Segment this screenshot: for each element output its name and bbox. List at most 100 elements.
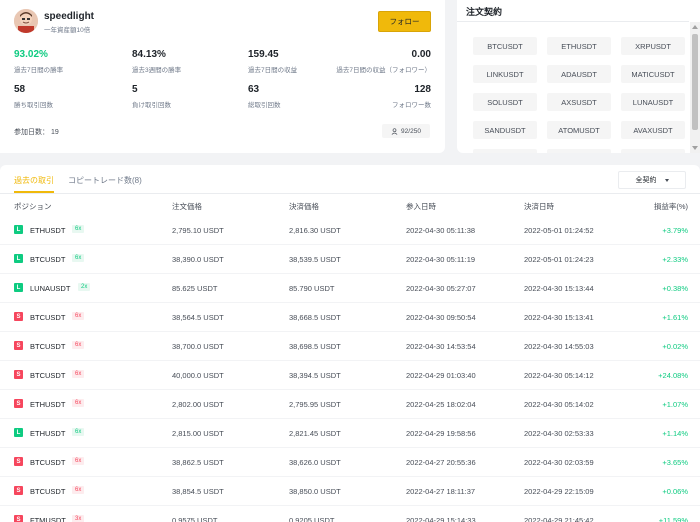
table-row[interactable]: S BTCUSDT 6x 38,700.0 USDT 38,698.5 USDT 2022… bbox=[0, 332, 700, 361]
leverage-badge: 6x bbox=[72, 457, 85, 465]
contract-chip-partial[interactable] bbox=[621, 149, 685, 153]
contract-chip-partial[interactable] bbox=[547, 149, 611, 153]
contract-chip[interactable]: LUNAUSDT bbox=[621, 93, 685, 111]
close-time: 2022-04-30 15:13:44 bbox=[524, 284, 594, 293]
close-time: 2022-05-01 01:24:23 bbox=[524, 255, 594, 264]
side-badge: S bbox=[14, 341, 23, 350]
roi-value: +0.02% bbox=[662, 342, 688, 351]
tab-copy-trades[interactable]: コピートレード数(8) bbox=[68, 175, 142, 193]
contract-chip-partial[interactable] bbox=[473, 149, 537, 153]
tab-past-trades[interactable]: 過去の取引 bbox=[14, 175, 54, 193]
trader-profile-card: speedlight 一年資産額10倍 フォロー 93.02% 過去7日間の勝率… bbox=[0, 0, 445, 153]
settle-price: 38,850.0 USDT bbox=[289, 487, 341, 496]
close-time: 2022-04-30 05:14:12 bbox=[524, 371, 594, 380]
stat-label: 過去7日間の勝率 bbox=[14, 67, 64, 74]
contract-chip[interactable]: ETHUSDT bbox=[547, 37, 611, 55]
settle-price: 38,698.5 USDT bbox=[289, 342, 341, 351]
close-time: 2022-04-29 22:15:09 bbox=[524, 487, 594, 496]
order-price: 2,815.00 USDT bbox=[172, 429, 224, 438]
roi-value: +0.06% bbox=[662, 487, 688, 496]
follower-capacity-text: 92/250 bbox=[401, 127, 421, 135]
follower-capacity-badge: 92/250 bbox=[382, 124, 430, 138]
scroll-down-arrow-icon[interactable] bbox=[692, 146, 698, 150]
order-price: 38,390.0 USDT bbox=[172, 255, 224, 264]
table-row[interactable]: L ETHUSDT 6x 2,795.10 USDT 2,816.30 USDT 2022… bbox=[0, 216, 700, 245]
scrollbar-thumb[interactable] bbox=[692, 34, 698, 130]
leverage-badge: 6x bbox=[72, 225, 85, 233]
stat-value: 93.02% bbox=[14, 49, 48, 60]
trade-tabs: 過去の取引 コピートレード数(8) bbox=[14, 175, 142, 193]
order-price: 38,854.5 USDT bbox=[172, 487, 224, 496]
table-row[interactable]: S BTCUSDT 6x 38,862.5 USDT 38,626.0 USDT 2022… bbox=[0, 448, 700, 477]
order-price: 0.9575 USDT bbox=[172, 516, 218, 522]
contract-chip[interactable]: SOLUSDT bbox=[473, 93, 537, 111]
trade-history-card: 過去の取引 コピートレード数(8) 全契約 ポジション 注文価格 決済価格 参入… bbox=[0, 165, 700, 522]
roi-value: +24.08% bbox=[658, 371, 688, 380]
scroll-up-arrow-icon[interactable] bbox=[692, 25, 698, 29]
settle-price: 38,539.5 USDT bbox=[289, 255, 341, 264]
entry-time: 2022-04-27 20:55:36 bbox=[406, 458, 476, 467]
order-price: 38,862.5 USDT bbox=[172, 458, 224, 467]
settle-price: 38,394.5 USDT bbox=[289, 371, 341, 380]
leverage-badge: 2x bbox=[78, 283, 91, 291]
symbol: ETHUSDT bbox=[30, 429, 66, 438]
entry-time: 2022-04-30 05:11:19 bbox=[406, 255, 476, 264]
divider bbox=[0, 193, 700, 194]
leverage-badge: 6x bbox=[72, 399, 85, 407]
contract-filter-select[interactable]: 全契約 bbox=[618, 171, 686, 189]
table-row[interactable]: S BTCUSDT 6x 38,854.5 USDT 38,850.0 USDT 2022… bbox=[0, 477, 700, 506]
entry-time: 2022-04-29 19:58:56 bbox=[406, 429, 476, 438]
table-row[interactable]: S FTMUSDT 3x 0.9575 USDT 0.9205 USDT 2022-04-… bbox=[0, 506, 700, 522]
contract-chip[interactable]: XRPUSDT bbox=[621, 37, 685, 55]
entry-time: 2022-04-30 05:27:07 bbox=[406, 284, 476, 293]
contract-filter-value: 全契約 bbox=[635, 177, 657, 184]
side-badge: S bbox=[14, 457, 23, 466]
entry-time: 2022-04-30 14:53:54 bbox=[406, 342, 476, 351]
stat-7d-profit: 159.45 過去7日間の収益 bbox=[248, 49, 297, 74]
symbol: FTMUSDT bbox=[30, 516, 66, 522]
contract-chip[interactable]: ATOMUSDT bbox=[547, 121, 611, 139]
contracts-title: 注文契約 bbox=[466, 7, 503, 17]
chevron-down-icon bbox=[664, 178, 669, 182]
contract-chip[interactable]: LINKUSDT bbox=[473, 65, 537, 83]
entry-time: 2022-04-30 09:50:54 bbox=[406, 313, 476, 322]
leverage-badge: 6x bbox=[72, 254, 85, 262]
table-row[interactable]: S BTCUSDT 6x 40,000.0 USDT 38,394.5 USDT 2022… bbox=[0, 361, 700, 390]
divider bbox=[457, 21, 689, 22]
stat-value: 5 bbox=[132, 84, 138, 95]
table-row[interactable]: L ETHUSDT 6x 2,815.00 USDT 2,821.45 USDT 2022… bbox=[0, 419, 700, 448]
table-row[interactable]: S ETHUSDT 6x 2,802.00 USDT 2,795.95 USDT 2022… bbox=[0, 390, 700, 419]
entry-time: 2022-04-29 15:14:33 bbox=[406, 516, 476, 522]
symbol: LUNAUSDT bbox=[30, 284, 71, 293]
stat-label: 過去7日間の収益（フォロワー） bbox=[336, 67, 431, 74]
contracts-scrollbar[interactable] bbox=[690, 22, 700, 153]
col-settle-price: 決済価格 bbox=[289, 202, 319, 211]
symbol: BTCUSDT bbox=[30, 458, 66, 467]
contract-chip[interactable]: AVAXUSDT bbox=[621, 121, 685, 139]
roi-value: +11.59% bbox=[658, 516, 688, 522]
table-row[interactable]: S BTCUSDT 6x 38,564.5 USDT 38,668.5 USDT 2022… bbox=[0, 303, 700, 332]
contract-chip[interactable]: AXSUSDT bbox=[547, 93, 611, 111]
order-price: 38,564.5 USDT bbox=[172, 313, 224, 322]
contract-chip[interactable]: ADAUSDT bbox=[547, 65, 611, 83]
user-icon bbox=[391, 127, 398, 135]
roi-value: +2.33% bbox=[662, 255, 688, 264]
follow-button[interactable]: フォロー bbox=[378, 11, 431, 32]
stat-win-count: 58 勝ち取引回数 bbox=[14, 84, 53, 109]
order-contracts-card: 注文契約 BTCUSDT ETHUSDT XRPUSDT LINKUSDT AD… bbox=[457, 0, 700, 153]
contract-chip[interactable]: MATICUSDT bbox=[621, 65, 685, 83]
col-order-price: 注文価格 bbox=[172, 202, 202, 211]
leverage-badge: 6x bbox=[72, 428, 85, 436]
stat-7d-winrate: 93.02% 過去7日間の勝率 bbox=[14, 49, 63, 74]
table-row[interactable]: L LUNAUSDT 2x 85.625 USDT 85.790 USDT 2022-04… bbox=[0, 274, 700, 303]
contract-chip[interactable]: SANDUSDT bbox=[473, 121, 537, 139]
leverage-badge: 6x bbox=[72, 312, 85, 320]
settle-price: 2,821.45 USDT bbox=[289, 429, 341, 438]
close-time: 2022-04-30 02:53:33 bbox=[524, 429, 594, 438]
stat-value: 159.45 bbox=[248, 49, 279, 60]
side-badge: S bbox=[14, 370, 23, 379]
username: speedlight bbox=[44, 11, 95, 22]
table-row[interactable]: L BTCUSDT 6x 38,390.0 USDT 38,539.5 USDT 2022… bbox=[0, 245, 700, 274]
stat-label: フォロワー数 bbox=[392, 102, 431, 109]
contract-chip[interactable]: BTCUSDT bbox=[473, 37, 537, 55]
